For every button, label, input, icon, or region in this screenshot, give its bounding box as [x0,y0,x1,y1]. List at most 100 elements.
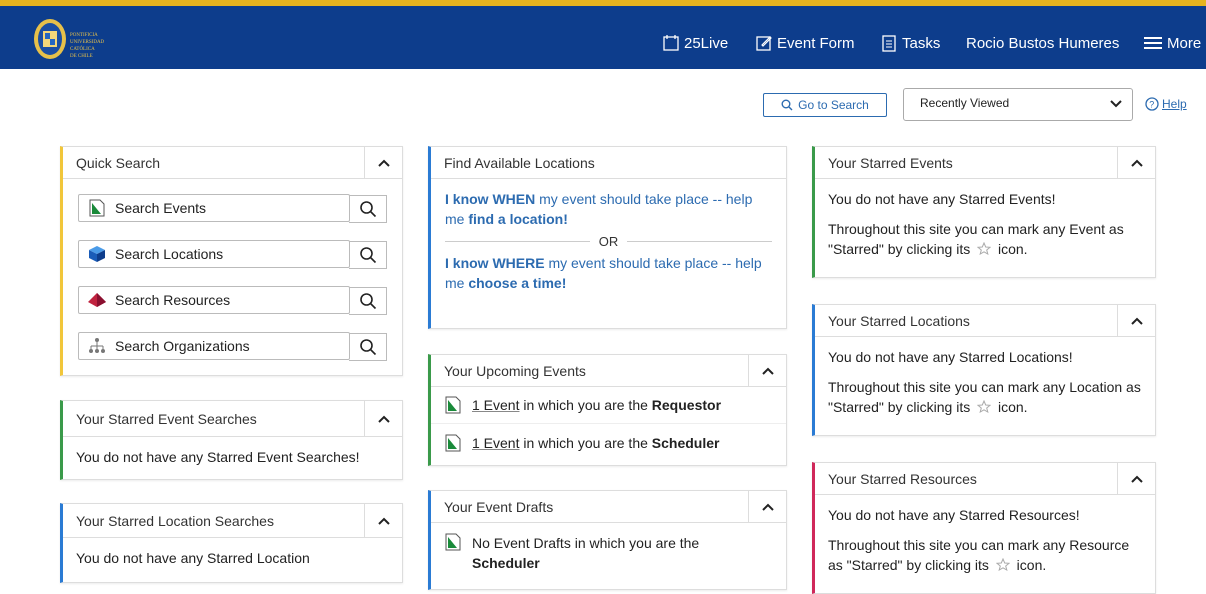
event-drafts-header: Your Event Drafts [431,491,786,523]
search-events-label: Search Events [115,200,207,216]
starred-resources-hint: Throughout this site you can mark any Re… [815,525,1155,575]
recently-viewed-value: Recently Viewed [920,96,1010,110]
hamburger-icon [1144,37,1162,49]
star-icon [976,399,992,414]
nav-25live-label: 25Live [684,34,729,52]
chevron-down-icon [1110,100,1122,108]
search-icon [359,293,376,310]
quick-search-title: Quick Search [76,154,161,171]
starred-resources-message: You do not have any Starred Resources! [828,507,1080,523]
nav-tasks[interactable]: Tasks [880,31,940,55]
help-label: Help [1162,97,1187,111]
find-locations-card: Find Available Locations I know WHEN my … [428,146,787,329]
where-action: choose a time! [468,275,567,291]
search-organizations-button[interactable]: Search Organizations [78,332,387,361]
resource-gem-icon [88,293,106,307]
collapse-button[interactable] [364,401,402,436]
upcoming-events-header: Your Upcoming Events [431,355,786,387]
location-cube-icon [89,246,105,262]
search-locations-label: Search Locations [115,246,224,262]
starred-events-hint: Throughout this site you can mark any Ev… [815,209,1155,259]
search-resources-button[interactable]: Search Resources [78,286,387,315]
search-organizations-label: Search Organizations [115,338,250,354]
chevron-up-icon [377,159,390,167]
nav-more[interactable]: More [1143,31,1201,55]
when-label: I know WHEN [445,191,536,207]
where-label: I know WHERE [445,255,545,271]
row-text: in which you are the [519,397,652,413]
star-icon [995,557,1011,572]
drafts-text: No Event Drafts in which you are the [472,535,700,551]
hint-end: icon. [998,241,1028,257]
starred-events-header: Your Starred Events [815,147,1155,179]
chevron-up-icon [761,503,774,511]
starred-events-title: Your Starred Events [828,154,953,171]
event-icon [445,533,461,551]
starred-event-searches-header: Your Starred Event Searches [63,401,402,437]
search-events-go[interactable] [349,195,387,223]
collapse-button[interactable] [364,504,402,537]
upcoming-events-card: Your Upcoming Events 1 Event in which yo… [428,354,787,466]
find-locations-header: Find Available Locations [431,147,786,179]
collapse-button[interactable] [748,491,786,522]
row-role: Requestor [651,397,722,413]
university-logo[interactable]: PONTIFICIA UNIVERSIDAD CATÓLICA DE CHILE [30,9,130,67]
chevron-up-icon [377,415,390,423]
starred-event-searches-title: Your Starred Event Searches [76,410,257,427]
search-locations-button[interactable]: Search Locations [78,240,387,269]
search-resources-go[interactable] [349,287,387,315]
collapse-button[interactable] [748,355,786,386]
event-count-link[interactable]: 1 Event [472,435,519,451]
row-text: in which you are the [519,434,652,451]
quick-search-card: Quick Search Search Events Search Locati… [60,146,403,376]
or-divider: OR [445,234,772,249]
recently-viewed-select[interactable]: Recently Viewed [903,88,1133,121]
starred-events-message: You do not have any Starred Events! [828,191,1056,207]
clipboard-icon [882,35,896,52]
starred-locations-card: Your Starred Locations You do not have a… [812,304,1156,436]
starred-locations-hint: Throughout this site you can mark any Lo… [815,367,1155,417]
find-locations-title: Find Available Locations [444,154,595,171]
search-icon [359,247,376,264]
go-to-search-button[interactable]: Go to Search [763,93,887,117]
collapse-button[interactable] [364,147,402,178]
hint-end: icon. [1016,557,1047,573]
row-role: Scheduler [651,434,720,451]
search-locations-go[interactable] [349,241,387,269]
starred-event-searches-message: You do not have any Starred Event Search… [76,449,360,465]
nav-more-label: More [1167,34,1202,52]
nav-event-form[interactable]: Event Form [755,31,855,55]
edit-icon [756,36,772,51]
nav-25live[interactable]: 25Live [662,31,728,55]
collapse-button[interactable] [1117,463,1155,494]
hint-text: Throughout this site you can mark any Ev… [828,221,1124,257]
event-drafts-title: Your Event Drafts [444,498,554,515]
starred-resources-header: Your Starred Resources [815,463,1155,495]
event-drafts-card: Your Event Drafts No Event Drafts in whi… [428,490,787,590]
hint-text: Throughout this site you can mark any Re… [828,537,1130,573]
nav-user[interactable]: Rocio Bustos Humeres [966,31,1119,55]
collapse-button[interactable] [1117,305,1155,336]
help-link[interactable]: ? Help [1145,97,1187,111]
chevron-up-icon [1130,317,1143,325]
find-location-link[interactable]: I know WHEN my event should take place -… [445,189,772,229]
starred-resources-title: Your Starred Resources [828,470,977,487]
starred-location-searches-title: Your Starred Location Searches [76,512,274,529]
upcoming-events-title: Your Upcoming Events [444,362,586,379]
organization-icon [89,338,105,353]
search-organizations-go[interactable] [349,333,387,361]
starred-events-card: Your Starred Events You do not have any … [812,146,1156,278]
event-icon [445,396,461,414]
list-item: 1 Event in which you are the Requestor [431,387,786,424]
hint-end: icon. [998,399,1028,415]
chevron-up-icon [1130,159,1143,167]
event-count-link[interactable]: 1 Event [472,397,519,413]
search-events-button[interactable]: Search Events [78,194,387,223]
user-name: Rocio Bustos Humeres [966,34,1120,52]
starred-location-searches-message: You do not have any Starred Location [76,550,310,566]
drafts-role: Scheduler [472,555,540,571]
collapse-button[interactable] [1117,147,1155,178]
choose-time-link[interactable]: I know WHERE my event should take place … [445,253,772,293]
search-resources-label: Search Resources [115,292,231,308]
help-icon: ? [1145,97,1159,111]
